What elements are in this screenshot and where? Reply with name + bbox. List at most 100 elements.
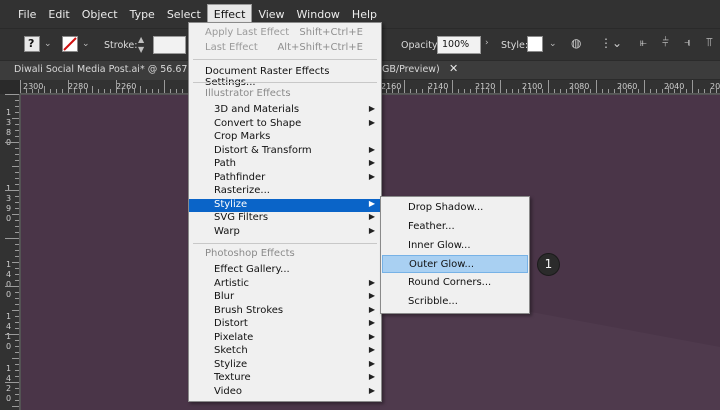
ruler-tick xyxy=(590,89,591,93)
menu-object[interactable]: Object xyxy=(76,5,124,24)
stroke-down-icon[interactable]: ▼ xyxy=(138,45,144,54)
ruler-tick xyxy=(98,89,99,93)
menu-item-ps-distort[interactable]: Distort ▶ xyxy=(189,318,381,332)
document-tab-title-tail: GB/Preview) xyxy=(382,64,440,75)
menu-item-distort-transform[interactable]: Distort & Transform ▶ xyxy=(189,145,381,159)
menu-window[interactable]: Window xyxy=(291,5,346,24)
ruler-tick xyxy=(110,89,111,93)
submenu-item-drop-shadow[interactable]: Drop Shadow... xyxy=(382,199,528,217)
menu-type[interactable]: Type xyxy=(124,5,161,24)
menu-item-convert-to-shape[interactable]: Convert to Shape ▶ xyxy=(189,118,381,132)
ruler-tick xyxy=(15,172,19,173)
opacity-field[interactable]: 100% xyxy=(437,36,481,54)
align-center-icon[interactable]: ⫩ xyxy=(662,35,669,50)
menu-item-label: Apply Last Effect xyxy=(205,27,290,38)
menu-item-label: Distort xyxy=(214,318,248,329)
align-top-icon[interactable]: ⫪ xyxy=(706,35,713,50)
menu-select[interactable]: Select xyxy=(161,5,207,24)
submenu-arrow-icon: ▶ xyxy=(368,318,375,327)
ruler-tick xyxy=(92,86,93,93)
ruler-tick xyxy=(15,322,19,323)
ruler-tick xyxy=(15,274,19,275)
ruler-origin[interactable] xyxy=(0,80,20,94)
submenu-item-feather[interactable]: Feather... xyxy=(382,218,528,236)
menu-separator xyxy=(193,243,377,244)
menu-section-photoshop-effects: Photoshop Effects xyxy=(189,248,381,262)
menu-view[interactable]: View xyxy=(252,5,290,24)
ruler-tick xyxy=(644,80,645,93)
submenu-arrow-icon: ▶ xyxy=(368,171,375,181)
menu-item-warp[interactable]: Warp ▶ xyxy=(189,226,381,240)
menu-item-rasterize[interactable]: Rasterize... xyxy=(189,185,381,199)
recolor-artwork-icon[interactable]: ◍ xyxy=(571,36,581,50)
ruler-tick xyxy=(428,86,429,93)
submenu-item-outer-glow[interactable]: Outer Glow... xyxy=(382,255,528,274)
vertical-ruler[interactable]: 1 3 8 0 1 3 9 0 1 4 0 0 1 4 1 0 1 4 2 0 xyxy=(0,94,20,410)
ruler-label: 2120 xyxy=(475,82,496,91)
menu-item-ps-blur[interactable]: Blur ▶ xyxy=(189,291,381,305)
align-right-icon[interactable]: ⫣ xyxy=(684,35,691,50)
ruler-tick xyxy=(12,310,19,311)
effect-menu: Apply Last Effect Shift+Ctrl+E Last Effe… xyxy=(188,22,382,402)
stroke-swatch[interactable] xyxy=(62,36,78,52)
ruler-label: 3 xyxy=(6,194,12,203)
menu-item-stylize[interactable]: Stylize ▶ xyxy=(189,198,381,212)
menu-item-ps-video[interactable]: Video ▶ xyxy=(189,386,381,400)
align-left-icon[interactable]: ⫦ xyxy=(640,35,647,50)
ruler-tick xyxy=(566,89,567,93)
ruler-tick xyxy=(15,346,19,347)
submenu-item-round-corners[interactable]: Round Corners... xyxy=(382,274,528,292)
menu-help[interactable]: Help xyxy=(346,5,383,24)
ruler-tick xyxy=(20,80,21,93)
ruler-tick xyxy=(602,89,603,93)
menu-item-ps-texture[interactable]: Texture ▶ xyxy=(189,372,381,386)
submenu-item-label: Feather... xyxy=(408,220,455,232)
ruler-tick xyxy=(434,89,435,93)
menu-item-ps-stylize[interactable]: Stylize ▶ xyxy=(189,359,381,373)
menu-item-ps-sketch[interactable]: Sketch ▶ xyxy=(189,345,381,359)
style-swatch[interactable] xyxy=(527,36,543,52)
submenu-item-label: Round Corners... xyxy=(408,277,492,289)
menu-item-crop-marks[interactable]: Crop Marks xyxy=(189,131,381,145)
stroke-up-icon[interactable]: ▲ xyxy=(138,35,144,44)
ruler-tick xyxy=(15,304,19,305)
menu-item-path[interactable]: Path ▶ xyxy=(189,158,381,172)
submenu-item-inner-glow[interactable]: Inner Glow... xyxy=(382,237,528,255)
stroke-dropdown-chevron-icon[interactable]: ⌄ xyxy=(82,39,90,49)
menu-item-ps-artistic[interactable]: Artistic ▶ xyxy=(189,278,381,292)
menu-item-ps-brush-strokes[interactable]: Brush Strokes ▶ xyxy=(189,305,381,319)
submenu-arrow-icon: ▶ xyxy=(368,291,375,300)
menu-item-raster-settings[interactable]: Document Raster Effects Settings... xyxy=(189,66,381,88)
ruler-tick xyxy=(494,89,495,93)
submenu-item-scribble[interactable]: Scribble... xyxy=(382,293,528,311)
ruler-tick xyxy=(152,89,153,93)
ruler-tick xyxy=(578,89,579,93)
ruler-tick xyxy=(12,406,19,407)
style-dropdown-chevron-icon[interactable]: ⌄ xyxy=(549,39,557,49)
menu-item-ps-pixelate[interactable]: Pixelate ▶ xyxy=(189,332,381,346)
ruler-tick xyxy=(15,256,19,257)
close-tab-icon[interactable]: ✕ xyxy=(449,62,458,75)
ruler-label: 0 xyxy=(6,280,12,289)
fill-dropdown-chevron-icon[interactable]: ⌄ xyxy=(44,39,52,49)
menu-item-3d-and-materials[interactable]: 3D and Materials ▶ xyxy=(189,104,381,118)
menu-file[interactable]: File xyxy=(12,5,42,24)
document-tab[interactable]: Diwali Social Media Post.ai* @ 56.67 % xyxy=(0,61,214,80)
ruler-tick xyxy=(5,334,19,335)
menu-item-svg-filters[interactable]: SVG Filters ▶ xyxy=(189,212,381,226)
menu-item-pathfinder[interactable]: Pathfinder ▶ xyxy=(189,172,381,186)
menu-item-label: Rasterize... xyxy=(214,185,270,196)
menu-edit[interactable]: Edit xyxy=(42,5,75,24)
opacity-chevron-icon[interactable]: › xyxy=(485,38,489,48)
fill-swatch[interactable]: ? xyxy=(24,36,40,52)
ruler-tick xyxy=(12,166,19,167)
menu-item-label: Path xyxy=(214,158,236,169)
ruler-tick xyxy=(128,89,129,93)
align-options-icon[interactable]: ⋮⌄ xyxy=(600,36,622,50)
menu-item-ps-effect-gallery[interactable]: Effect Gallery... xyxy=(189,264,381,278)
stylize-submenu: Drop Shadow... Feather... Inner Glow... Out… xyxy=(380,196,530,314)
stroke-width-field[interactable] xyxy=(153,36,186,54)
ruler-label: 9 xyxy=(6,204,12,213)
ruler-tick xyxy=(572,86,573,93)
no-stroke-icon xyxy=(63,37,77,51)
